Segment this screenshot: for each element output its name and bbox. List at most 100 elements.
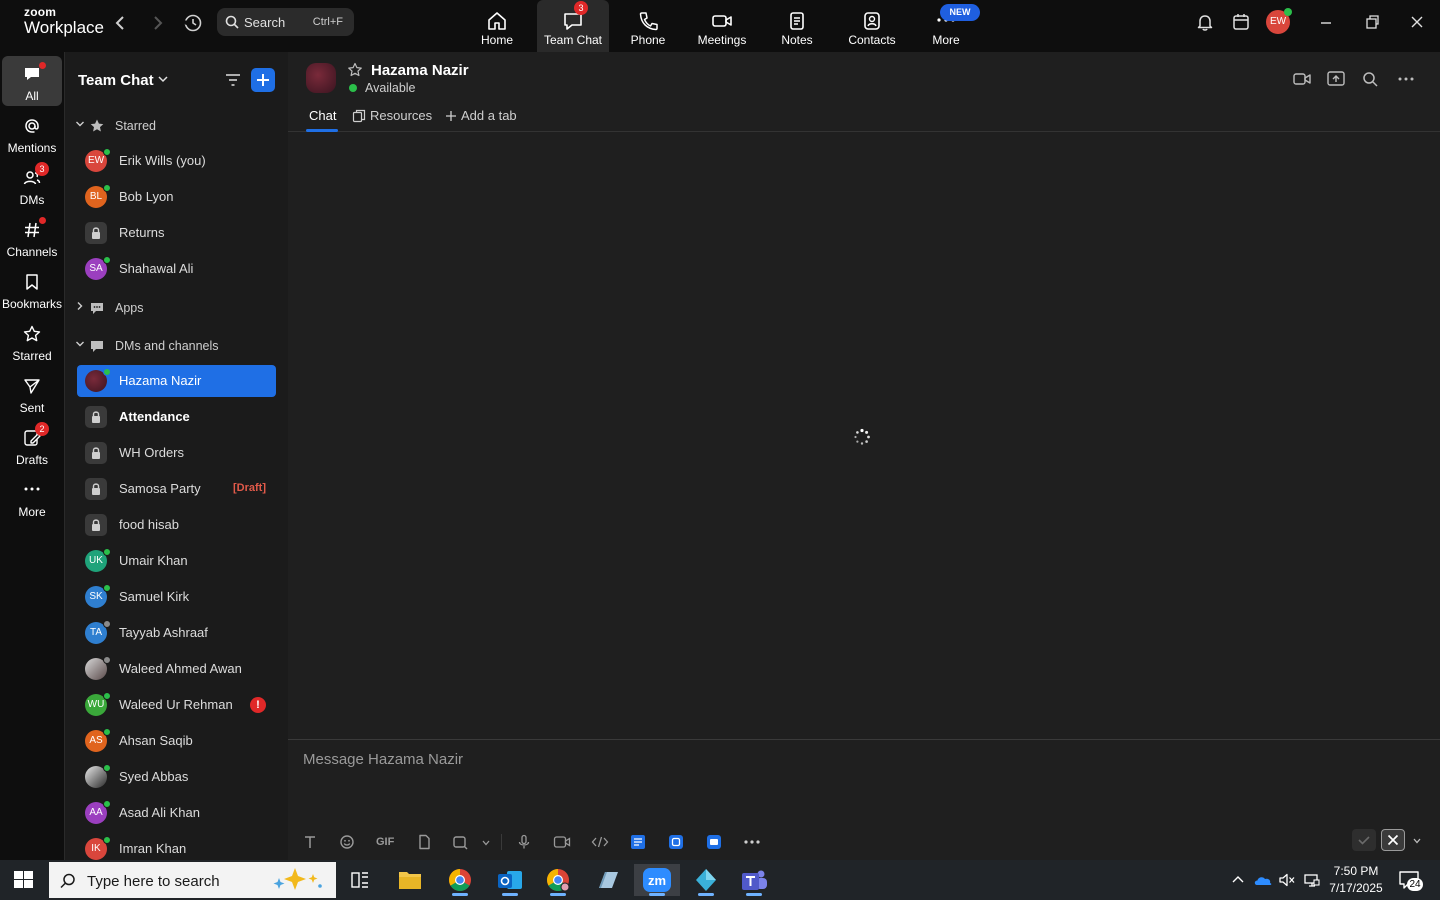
- taskbar-search[interactable]: Type here to search: [49, 862, 336, 898]
- search-icon[interactable]: [1361, 70, 1379, 88]
- message-input[interactable]: Message Hazama Nazir: [303, 751, 463, 768]
- rail-drafts[interactable]: 2 Drafts: [2, 420, 62, 470]
- svg-text:zm: zm: [648, 873, 666, 888]
- chevron-up-icon[interactable]: [1230, 872, 1246, 888]
- cancel-button[interactable]: [1381, 829, 1405, 851]
- task-view-icon[interactable]: [340, 864, 380, 896]
- chevron-right-icon: [75, 301, 85, 311]
- star-icon[interactable]: [347, 62, 363, 78]
- section-dms-channels[interactable]: DMs and channels: [75, 336, 275, 356]
- list-item[interactable]: AA Asad Ali Khan: [77, 797, 276, 829]
- outlook-icon[interactable]: [490, 864, 530, 896]
- whiteboard-app-icon[interactable]: [706, 834, 722, 850]
- unread-dot: [39, 217, 46, 224]
- list-item[interactable]: WH Orders: [77, 437, 276, 469]
- video-message-icon[interactable]: [553, 834, 571, 850]
- list-item[interactable]: Samosa Party [Draft]: [77, 473, 276, 505]
- message-composer[interactable]: Message Hazama Nazir GIF: [288, 739, 1440, 860]
- section-starred[interactable]: Starred: [75, 116, 275, 136]
- windows-start-icon[interactable]: [14, 871, 34, 889]
- tab-home[interactable]: Home: [461, 0, 533, 52]
- list-item[interactable]: Attendance: [77, 401, 276, 433]
- more-options-icon[interactable]: [1396, 70, 1416, 88]
- text-format-icon[interactable]: [302, 834, 318, 850]
- file-explorer-icon[interactable]: [390, 864, 430, 896]
- video-call-icon[interactable]: [1292, 70, 1312, 88]
- onedrive-icon[interactable]: [1253, 872, 1273, 888]
- search-box[interactable]: Search Ctrl+F: [217, 8, 354, 36]
- rail-more[interactable]: More: [2, 472, 62, 522]
- chevron-down-icon[interactable]: [157, 73, 169, 85]
- presence-online: [103, 800, 111, 808]
- list-item[interactable]: EW Erik Wills (you): [77, 145, 276, 177]
- screenshot-icon[interactable]: [452, 834, 468, 850]
- notes-icon: [786, 11, 808, 31]
- tab-team-chat[interactable]: 3 Team Chat: [537, 0, 609, 52]
- list-item[interactable]: UK Umair Khan: [77, 545, 276, 577]
- more-options-icon[interactable]: [743, 838, 761, 846]
- microphone-icon[interactable]: [516, 834, 532, 850]
- close-icon[interactable]: [1407, 12, 1427, 32]
- app-integration-icon[interactable]: [668, 834, 684, 850]
- chat-title[interactable]: Hazama Nazir: [371, 62, 469, 79]
- speaker-muted-icon[interactable]: [1278, 872, 1296, 888]
- share-screen-icon[interactable]: [1326, 70, 1346, 88]
- restore-icon[interactable]: [1362, 12, 1382, 32]
- tab-chat[interactable]: Chat: [309, 108, 336, 123]
- minimize-icon[interactable]: [1316, 12, 1336, 32]
- rail-all[interactable]: All: [2, 56, 62, 106]
- zoom-icon[interactable]: zm: [634, 864, 680, 896]
- notification-center-icon[interactable]: 24: [1398, 868, 1423, 892]
- list-item[interactable]: Waleed Ahmed Awan: [77, 653, 276, 685]
- rail-channels[interactable]: Channels: [2, 212, 62, 262]
- chevron-down-icon[interactable]: [1412, 836, 1422, 846]
- tab-phone[interactable]: Phone: [612, 0, 684, 52]
- chevron-down-icon[interactable]: [481, 838, 491, 848]
- forward-arrow-icon[interactable]: [147, 13, 167, 33]
- tab-notes[interactable]: Notes: [761, 0, 833, 52]
- list-item[interactable]: SA Shahawal Ali: [77, 253, 276, 285]
- rail-mentions[interactable]: Mentions: [2, 108, 62, 158]
- teams-icon[interactable]: [734, 864, 774, 896]
- list-item[interactable]: TA Tayyab Ashraaf: [77, 617, 276, 649]
- list-item[interactable]: AS Ahsan Saqib: [77, 725, 276, 757]
- tab-meetings[interactable]: Meetings: [686, 0, 758, 52]
- new-badge: NEW: [940, 4, 980, 21]
- filter-icon[interactable]: [223, 70, 243, 90]
- notification-bell-icon[interactable]: [1195, 12, 1215, 32]
- section-apps[interactable]: Apps: [75, 298, 275, 318]
- list-item-selected[interactable]: Hazama Nazir: [77, 365, 276, 397]
- file-icon[interactable]: [416, 834, 432, 850]
- rail-starred[interactable]: Starred: [2, 316, 62, 366]
- system-clock[interactable]: 7:50 PM 7/17/2025: [1326, 863, 1386, 897]
- app-icon[interactable]: [588, 864, 628, 896]
- tab-contacts[interactable]: Contacts: [836, 0, 908, 52]
- code-icon[interactable]: [591, 834, 609, 850]
- list-item[interactable]: WU Waleed Ur Rehman !: [77, 689, 276, 721]
- tab-resources[interactable]: Resources: [370, 108, 432, 123]
- rail-dms[interactable]: 3 DMs: [2, 160, 62, 210]
- list-item[interactable]: BL Bob Lyon: [77, 181, 276, 213]
- chrome-profile-icon[interactable]: [538, 864, 578, 896]
- list-item[interactable]: SK Samuel Kirk: [77, 581, 276, 613]
- list-item[interactable]: food hisab: [77, 509, 276, 541]
- rail-bookmarks[interactable]: Bookmarks: [2, 264, 62, 314]
- back-arrow-icon[interactable]: [111, 13, 131, 33]
- sidebar-title[interactable]: Team Chat: [78, 72, 154, 89]
- rail-sent[interactable]: Sent: [2, 368, 62, 418]
- history-icon[interactable]: [182, 12, 204, 34]
- emoji-icon[interactable]: [339, 834, 355, 850]
- app-icon[interactable]: [686, 864, 726, 896]
- list-item[interactable]: Returns: [77, 217, 276, 249]
- network-icon[interactable]: [1303, 872, 1321, 888]
- tab-add[interactable]: Add a tab: [461, 108, 517, 123]
- left-rail: All Mentions 3 DMs Channels Bookmarks St…: [0, 52, 64, 860]
- gif-button[interactable]: GIF: [376, 836, 394, 848]
- list-item[interactable]: Syed Abbas: [77, 761, 276, 793]
- send-button[interactable]: [1352, 829, 1376, 851]
- chrome-icon[interactable]: [440, 864, 480, 896]
- avatar[interactable]: [306, 63, 336, 93]
- new-chat-button[interactable]: [251, 68, 275, 92]
- calendar-icon[interactable]: [1231, 12, 1251, 32]
- docs-app-icon[interactable]: [630, 834, 646, 850]
